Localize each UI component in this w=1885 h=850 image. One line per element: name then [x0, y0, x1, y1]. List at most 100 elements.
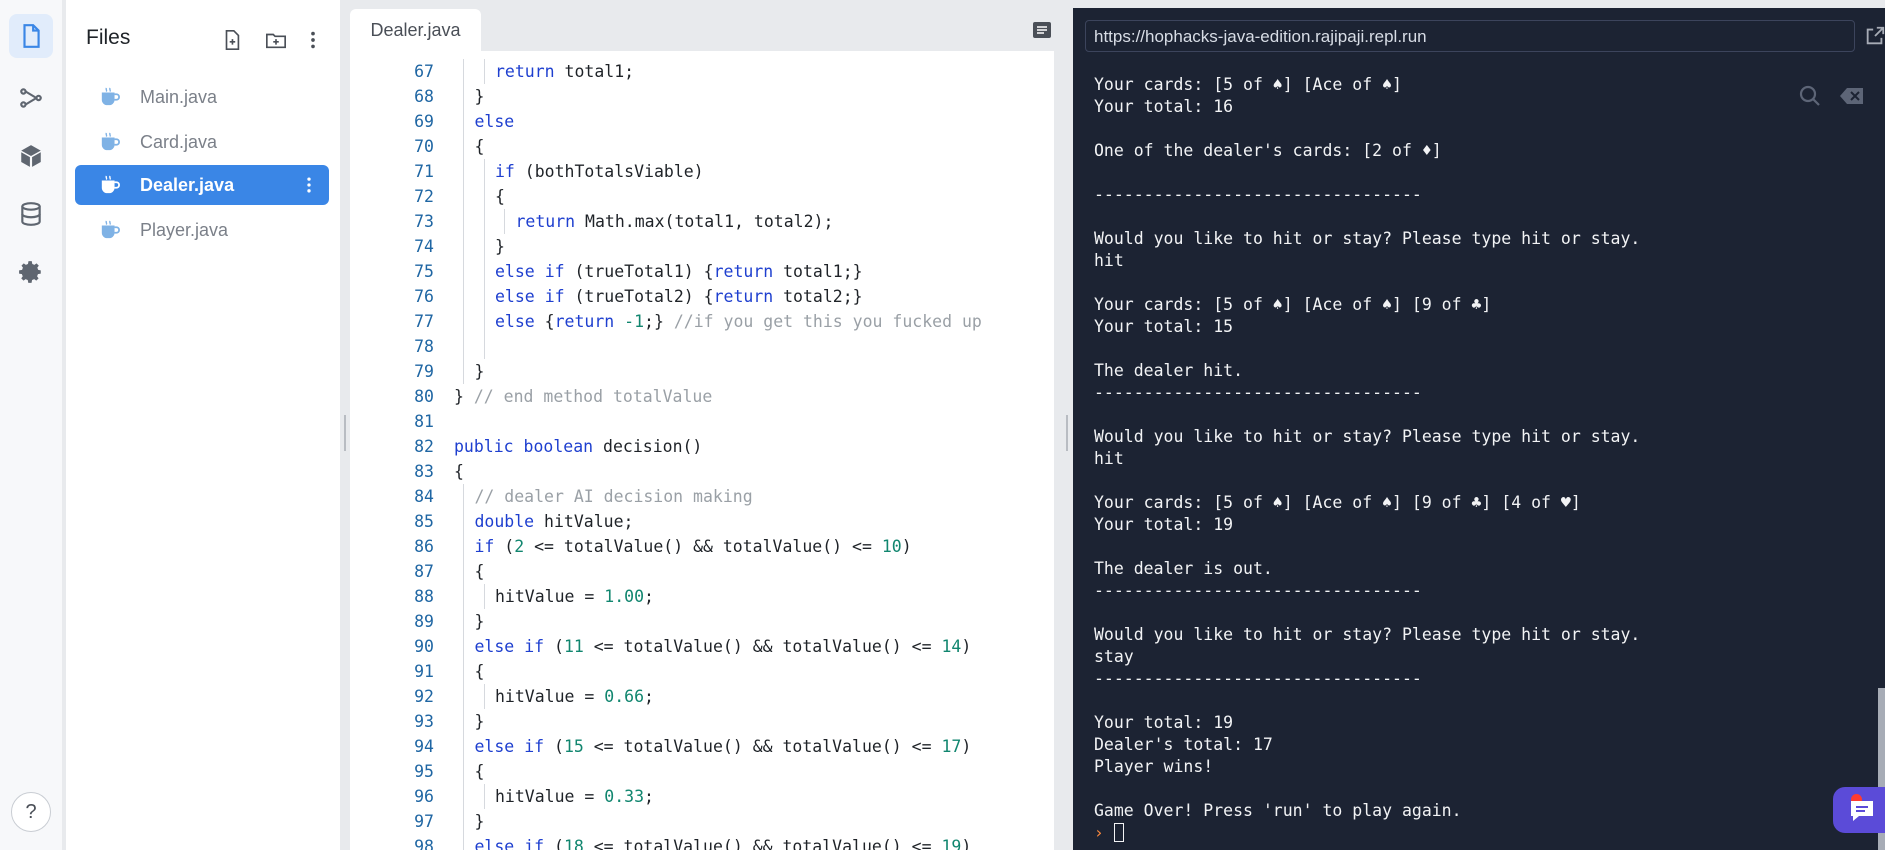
indent-guide: [463, 134, 465, 159]
indent-guide: [483, 584, 485, 609]
indent-guide: [463, 834, 465, 850]
settings-icon[interactable]: [9, 250, 53, 294]
indent-guide: [483, 284, 485, 309]
file-item-card-java[interactable]: Card.java: [75, 122, 329, 162]
code-line: 79}: [350, 359, 1054, 384]
line-number: 93: [414, 712, 434, 731]
code-text: {: [474, 562, 485, 581]
code-line: 81: [350, 409, 1054, 434]
file-item-main-java[interactable]: Main.java: [75, 77, 329, 117]
code-text: else if (trueTotal2) {return total2;}: [495, 287, 863, 306]
code-text: }: [474, 87, 485, 106]
code-line: 89}: [350, 609, 1054, 634]
indent-guide: [463, 584, 465, 609]
file-menu-icon[interactable]: [299, 174, 319, 196]
packages-icon[interactable]: [9, 134, 53, 178]
code-text: else if (18 <= totalValue() && totalValu…: [474, 837, 972, 850]
console-line: hit: [1094, 251, 1124, 270]
java-cup-icon: [101, 175, 120, 194]
add-file-icon[interactable]: [220, 28, 244, 52]
code-line: 85 double hitValue;: [350, 509, 1054, 534]
console-line: Player wins!: [1094, 757, 1214, 776]
console-line: One of the dealer's cards: [2 of ♦]: [1094, 141, 1442, 160]
code-line: 82 public boolean decision(): [350, 434, 1054, 459]
code-area[interactable]: 67 return total1; 68} 69 else 70 {71 if (bothTo…: [350, 51, 1054, 850]
console-line: Your cards: [5 of ♠] [Ace of ♠]: [1094, 75, 1402, 94]
panel-splitter[interactable]: [344, 415, 346, 451]
indent-guide: [463, 659, 465, 684]
console-line: Game Over! Press 'run' to play again.: [1094, 801, 1462, 820]
code-line: 80} // end method totalValue: [350, 384, 1054, 409]
version-control-icon[interactable]: [9, 76, 53, 120]
line-number: 67: [414, 62, 434, 81]
console-line: Would you like to hit or stay? Please ty…: [1094, 427, 1641, 446]
url-bar[interactable]: https://hophacks-java-edition.rajipaji.r…: [1085, 20, 1855, 52]
console-line: ---------------------------------: [1094, 581, 1422, 600]
indent-guide: [463, 184, 465, 209]
indent-guide: [463, 84, 465, 109]
code-line: 90 else if (11 <= totalValue() && totalVa…: [350, 634, 1054, 659]
console-line: ---------------------------------: [1094, 383, 1422, 402]
code-line: 91 {: [350, 659, 1054, 684]
code-line: 94 else if (15 <= totalValue() && totalVa…: [350, 734, 1054, 759]
line-number: 70: [414, 137, 434, 156]
code-text: else {return -1;} //if you get this you …: [495, 312, 982, 331]
code-text: // dealer AI decision making: [474, 487, 753, 506]
code-line: 87 {: [350, 559, 1054, 584]
chat-button[interactable]: [1833, 787, 1885, 833]
line-number: 80: [414, 387, 434, 406]
help-button[interactable]: ?: [11, 792, 51, 832]
file-name: Main.java: [140, 87, 218, 107]
code-line: 75 else if (trueTotal1) {return total1;}: [350, 259, 1054, 284]
open-in-new-tab-icon[interactable]: [1864, 25, 1885, 47]
indent-guide: [463, 734, 465, 759]
files-icon[interactable]: [9, 14, 53, 58]
code-text: {: [474, 137, 485, 156]
code-line: 73 return Math.max(total1, total2);: [350, 209, 1054, 234]
more-options-icon[interactable]: [301, 28, 325, 52]
code-text: }: [474, 362, 485, 381]
indent-guide: [463, 159, 465, 184]
console-line: Would you like to hit or stay? Please ty…: [1094, 229, 1641, 248]
line-number: 98: [414, 837, 434, 850]
file-item-player-java[interactable]: Player.java: [75, 210, 329, 250]
file-item-dealer-java[interactable]: Dealer.java: [75, 165, 329, 205]
indent-guide: [463, 759, 465, 784]
console-line: ---------------------------------: [1094, 185, 1422, 204]
code-line: 95 {: [350, 759, 1054, 784]
code-line: 88 hitValue = 1.00;: [350, 584, 1054, 609]
console-line: Your total: 16: [1094, 97, 1234, 116]
code-line: 93}: [350, 709, 1054, 734]
indent-guide: [483, 184, 485, 209]
line-number: 72: [414, 187, 434, 206]
console-line: The dealer is out.: [1094, 559, 1273, 578]
url-text: https://hophacks-java-edition.rajipaji.r…: [1094, 27, 1427, 46]
line-number: 76: [414, 287, 434, 306]
indent-guide: [463, 559, 465, 584]
tab-dealer-java[interactable]: Dealer.java: [350, 9, 481, 51]
code-line: 74}: [350, 234, 1054, 259]
add-folder-icon[interactable]: [264, 28, 288, 52]
code-text: }: [495, 237, 505, 256]
editor-menu-icon[interactable]: [1030, 18, 1054, 42]
line-number: 78: [414, 337, 434, 356]
code-line: 71 if (bothTotalsViable): [350, 159, 1054, 184]
indent-guide: [463, 484, 465, 509]
console-input-cursor[interactable]: [1114, 823, 1124, 842]
code-text: else if (15 <= totalValue() && totalValu…: [474, 737, 972, 756]
help-label: ?: [25, 800, 37, 823]
file-name: Card.java: [140, 132, 218, 152]
panel-splitter[interactable]: [1066, 415, 1068, 451]
line-number: 71: [414, 162, 434, 181]
indent-guide: [463, 684, 465, 709]
database-icon[interactable]: [9, 192, 53, 236]
line-number: 97: [414, 812, 434, 831]
line-number: 77: [414, 312, 434, 331]
code-line: 70 {: [350, 134, 1054, 159]
indent-guide: [463, 284, 465, 309]
indent-guide: [463, 109, 465, 134]
